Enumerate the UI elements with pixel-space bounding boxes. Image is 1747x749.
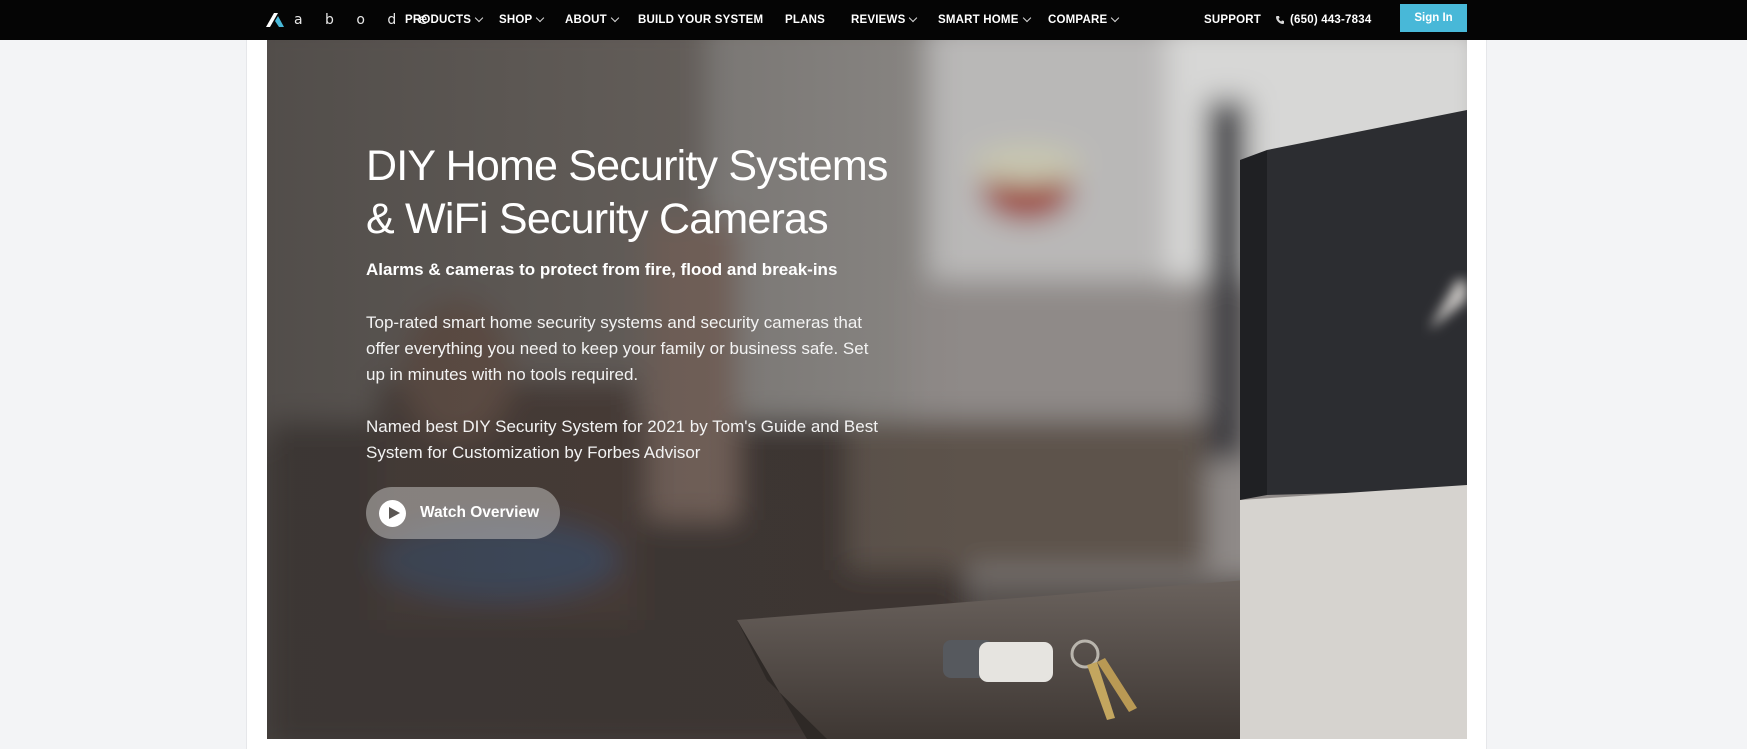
nav-item-products[interactable]: PRODUCTS [405, 12, 484, 28]
nav-item-reviews[interactable]: REVIEWS [851, 12, 918, 28]
support-link[interactable]: SUPPORT [1204, 12, 1261, 28]
nav-item-label: ABOUT [565, 14, 607, 26]
nav-item-plans[interactable]: PLANS [785, 12, 825, 28]
nav-item-build-your-system[interactable]: BUILD YOUR SYSTEM [638, 12, 763, 28]
nav-item-smart-home[interactable]: SMART HOME [938, 12, 1031, 28]
top-navigation: a b o d e PRODUCTS SHOP ABOUT BUILD YOUR… [0, 0, 1747, 40]
phone-link[interactable]: (650) 443-7834 [1275, 12, 1371, 28]
nav-item-label: SMART HOME [938, 14, 1019, 26]
chevron-down-icon [474, 13, 484, 23]
nav-item-shop[interactable]: SHOP [499, 12, 545, 28]
phone-icon [1276, 16, 1284, 24]
watch-overview-button[interactable]: Watch Overview [366, 487, 560, 539]
hero-subtitle: Alarms & cameras to protect from fire, f… [366, 260, 838, 279]
abode-logo-icon [266, 13, 284, 27]
chevron-down-icon [536, 13, 545, 23]
hero-title-line-2: & WiFi Security Cameras [366, 195, 829, 243]
nav-item-compare[interactable]: COMPARE [1048, 12, 1120, 28]
play-icon [379, 499, 406, 527]
support-label: SUPPORT [1204, 14, 1261, 26]
watch-overview-label: Watch Overview [420, 504, 540, 521]
hero-title: DIY Home Security Systems & WiFi Securit… [366, 140, 906, 246]
hero-title-line-1: DIY Home Security Systems [366, 142, 888, 190]
hero-award-text: Named best DIY Security System for 2021 … [366, 417, 878, 462]
nav-item-label: COMPARE [1048, 14, 1108, 26]
chevron-down-icon [1111, 13, 1120, 23]
chevron-down-icon [1022, 13, 1031, 23]
hero-section: DIY Home Security Systems & WiFi Securit… [267, 40, 1467, 739]
nav-item-label: REVIEWS [851, 14, 906, 26]
nav-item-label: BUILD YOUR SYSTEM [638, 14, 764, 26]
chevron-down-icon [909, 13, 918, 23]
phone-number: (650) 443-7834 [1290, 14, 1372, 26]
nav-item-label: PRODUCTS [405, 14, 472, 26]
chevron-down-icon [610, 13, 620, 23]
nav-item-about[interactable]: ABOUT [565, 12, 620, 28]
nav-item-label: SHOP [499, 14, 533, 26]
nav-item-label: PLANS [785, 14, 825, 26]
hero-description: Top-rated smart home security systems an… [366, 313, 869, 384]
sign-in-button[interactable]: Sign In [1400, 4, 1467, 32]
